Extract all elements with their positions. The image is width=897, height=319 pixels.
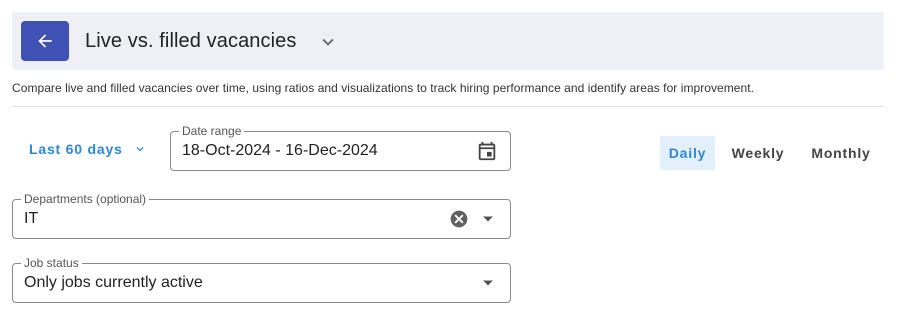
departments-label: Departments (optional) — [21, 192, 150, 206]
divider — [12, 106, 884, 107]
date-range-label: Date range — [179, 124, 245, 138]
back-button[interactable] — [21, 21, 69, 61]
departments-field[interactable]: Departments (optional) IT — [12, 192, 511, 239]
departments-value: IT — [24, 210, 39, 227]
period-label: Last 60 days — [29, 141, 123, 157]
page-description: Compare live and filled vacancies over t… — [12, 81, 755, 95]
dropdown-arrow-icon[interactable] — [482, 213, 494, 225]
chevron-down-icon — [136, 147, 144, 152]
granularity-monthly[interactable]: Monthly — [803, 136, 879, 170]
job-status-value: Only jobs currently active — [24, 274, 203, 291]
date-range-value: 18-Oct-2024 - 16-Dec-2024 — [182, 142, 378, 159]
dropdown-arrow-icon[interactable] — [482, 277, 494, 289]
job-status-label: Job status — [21, 256, 82, 270]
period-selector[interactable]: Last 60 days — [29, 141, 147, 157]
granularity-daily[interactable]: Daily — [660, 136, 715, 170]
granularity-weekly[interactable]: Weekly — [724, 136, 792, 170]
arrow-left-icon — [38, 34, 52, 48]
page-title: Live vs. filled vacancies — [85, 30, 297, 52]
date-range-field[interactable]: Date range 18-Oct-2024 - 16-Dec-2024 — [170, 124, 511, 171]
job-status-field[interactable]: Job status Only jobs currently active — [12, 256, 511, 303]
calendar-icon[interactable] — [476, 140, 498, 162]
clear-icon[interactable] — [449, 209, 469, 229]
chevron-down-icon[interactable] — [317, 31, 339, 53]
page-header: Live vs. filled vacancies — [12, 12, 884, 70]
